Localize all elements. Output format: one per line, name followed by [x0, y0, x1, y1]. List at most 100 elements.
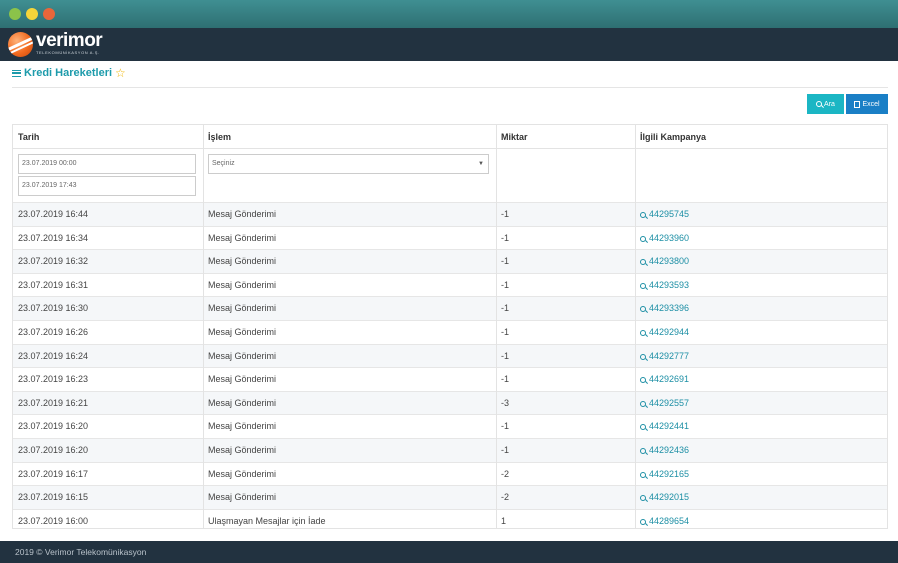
table-row: 23.07.2019 16:23 Mesaj Gönderimi -1 4429269… — [13, 367, 887, 391]
star-icon[interactable]: ☆ — [115, 67, 126, 79]
cell-operation: Mesaj Gönderimi — [208, 468, 277, 479]
cell-operation: Mesaj Gönderimi — [208, 256, 277, 267]
table-row: 23.07.2019 16:34 Mesaj Gönderimi -1 4429396… — [13, 225, 887, 250]
cell-operation: Mesaj Gönderimi — [208, 209, 277, 219]
cell-amount: -2 — [501, 468, 510, 479]
campaign-link[interactable]: 44292015 — [635, 486, 887, 509]
search-icon — [640, 424, 646, 431]
column-header-operation[interactable]: İşlem — [203, 125, 496, 149]
campaign-link[interactable]: 44293593 — [635, 274, 887, 297]
menu-icon[interactable] — [12, 69, 21, 77]
excel-button-label: Excel — [862, 100, 880, 108]
campaign-id: 44292557 — [649, 397, 690, 408]
excel-button[interactable]: Excel — [846, 94, 888, 114]
search-icon — [640, 471, 646, 478]
window-maximize-button[interactable] — [9, 8, 21, 20]
table-header: Tarih İşlem Miktar İlgili Kampanya — [13, 125, 887, 149]
cell-date: 23.07.2019 16:32 — [18, 256, 89, 267]
table-row: 23.07.2019 16:32 Mesaj Gönderimi -1 4429380… — [13, 249, 887, 273]
campaign-link[interactable]: 44293800 — [635, 250, 887, 273]
table-row: 23.07.2019 16:21 Mesaj Gönderimi -3 4429255… — [13, 390, 887, 415]
cell-amount: -1 — [501, 421, 510, 432]
search-icon — [640, 518, 646, 525]
search-icon — [640, 259, 646, 266]
campaign-id: 44293960 — [649, 232, 690, 243]
verimor-logo[interactable]: verimor TELEKOMÜNİKASYON A.Ş. — [8, 30, 103, 58]
search-icon — [640, 400, 646, 407]
cell-amount: -1 — [501, 256, 510, 267]
operation-select-value: Seçiniz — [212, 160, 235, 167]
campaign-link[interactable]: 44292441 — [635, 415, 887, 438]
cell-amount: -3 — [501, 397, 510, 408]
cell-date: 23.07.2019 16:17 — [18, 468, 89, 479]
table-row: 23.07.2019 16:44 Mesaj Gönderimi -1 4429574… — [13, 202, 887, 226]
campaign-link[interactable]: 44289654 — [635, 510, 887, 528]
column-divider — [635, 125, 636, 528]
column-divider — [496, 125, 497, 528]
credit-movements-table: Tarih İşlem Miktar İlgili Kampanya 23.07… — [12, 124, 888, 529]
search-button[interactable]: Ara — [807, 94, 844, 114]
logo-subtitle: TELEKOMÜNİKASYON A.Ş. — [36, 50, 100, 55]
window-minimize-button[interactable] — [26, 8, 38, 20]
cell-operation: Mesaj Gönderimi — [208, 492, 277, 503]
campaign-link[interactable]: 44292944 — [635, 321, 887, 344]
campaign-id: 44295745 — [649, 209, 690, 219]
cell-operation: Mesaj Gönderimi — [208, 279, 277, 290]
campaign-link[interactable]: 44292691 — [635, 368, 887, 391]
cell-date: 23.07.2019 16:15 — [18, 492, 89, 503]
cell-amount: 1 — [501, 515, 507, 526]
date-from-field[interactable]: 23.07.2019 00:00 — [18, 154, 196, 174]
cell-date: 23.07.2019 16:44 — [18, 209, 89, 219]
operation-select[interactable]: Seçiniz ▼ — [208, 154, 489, 174]
cell-operation: Mesaj Gönderimi — [208, 232, 277, 243]
column-header-campaign[interactable]: İlgili Kampanya — [635, 125, 887, 149]
campaign-link[interactable]: 44292165 — [635, 463, 887, 486]
app-header: verimor TELEKOMÜNİKASYON A.Ş. — [0, 28, 898, 61]
cell-amount: -1 — [501, 350, 510, 361]
search-icon — [640, 235, 646, 242]
column-header-date[interactable]: Tarih — [13, 125, 203, 149]
column-divider — [203, 125, 204, 528]
title-divider — [12, 87, 888, 88]
logo-ball-icon — [8, 31, 33, 57]
cell-operation: Mesaj Gönderimi — [208, 445, 277, 455]
campaign-link[interactable]: 44293960 — [635, 227, 887, 250]
campaign-id: 44292777 — [649, 350, 690, 361]
page-title: Kredi Hareketleri ☆ — [12, 66, 126, 80]
table-row: 23.07.2019 16:20 Mesaj Gönderimi -1 4429244… — [13, 414, 887, 438]
campaign-link[interactable]: 44292557 — [635, 392, 887, 415]
campaign-id: 44292436 — [649, 445, 690, 455]
search-icon — [640, 212, 646, 218]
cell-date: 23.07.2019 16:34 — [18, 232, 89, 243]
cell-operation: Mesaj Gönderimi — [208, 374, 277, 385]
table-row: 23.07.2019 16:00 Ulaşmayan Mesajlar için … — [13, 508, 887, 528]
table-row: 23.07.2019 16:26 Mesaj Gönderimi -1 4429294… — [13, 320, 887, 344]
cell-date: 23.07.2019 16:30 — [18, 303, 89, 314]
campaign-id: 44289654 — [649, 515, 690, 526]
cell-amount: -1 — [501, 374, 510, 385]
search-icon — [640, 330, 646, 336]
table-row: 23.07.2019 16:15 Mesaj Gönderimi -2 4429201… — [13, 485, 887, 509]
cell-date: 23.07.2019 16:21 — [18, 397, 89, 408]
campaign-id: 44293396 — [649, 303, 690, 314]
logo-name: verimor — [36, 30, 103, 51]
cell-operation: Mesaj Gönderimi — [208, 327, 277, 337]
campaign-link[interactable]: 44292777 — [635, 345, 887, 368]
campaign-link[interactable]: 44295745 — [635, 203, 887, 226]
table-row: 23.07.2019 16:31 Mesaj Gönderimi -1 4429359… — [13, 272, 887, 297]
cell-operation: Mesaj Gönderimi — [208, 421, 277, 432]
campaign-id: 44292165 — [649, 468, 690, 479]
campaign-id: 44292691 — [649, 374, 690, 385]
campaign-link[interactable]: 44293396 — [635, 297, 887, 320]
excel-icon — [854, 100, 861, 108]
date-to-field[interactable]: 23.07.2019 17:43 — [18, 176, 196, 196]
filter-row: 23.07.2019 00:00 23.07.2019 17:43 Seçini… — [13, 149, 887, 202]
cell-date: 23.07.2019 16:31 — [18, 279, 89, 290]
caret-down-icon: ▼ — [478, 161, 484, 167]
column-header-amount[interactable]: Miktar — [496, 125, 635, 149]
campaign-link[interactable]: 44292436 — [635, 439, 887, 462]
footer: 2019 © Verimor Telekomünikasyon — [0, 541, 898, 563]
search-icon — [640, 353, 646, 360]
window-close-button[interactable] — [43, 8, 55, 20]
table-row: 23.07.2019 16:24 Mesaj Gönderimi -1 4429277… — [13, 343, 887, 368]
